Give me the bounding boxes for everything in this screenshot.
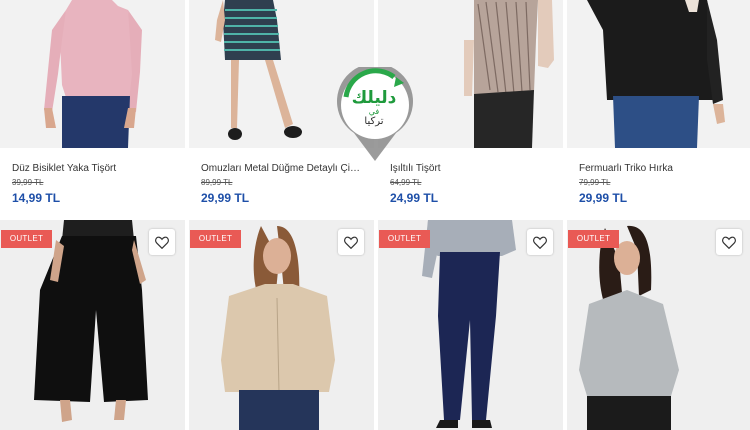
- product-card[interactable]: OUTLET: [0, 220, 185, 430]
- sale-price: 29,99 TL: [201, 191, 250, 205]
- heart-icon[interactable]: [716, 229, 742, 255]
- heart-icon[interactable]: [338, 229, 364, 255]
- old-price: 39,99 TL: [12, 178, 44, 187]
- watermark-line3: تركيا: [364, 116, 384, 127]
- watermark-logo: دليلك في تركيا: [334, 67, 416, 163]
- product-image[interactable]: [0, 0, 185, 148]
- product-image[interactable]: [567, 0, 750, 148]
- product-name[interactable]: Fermuarlı Triko Hırka: [579, 163, 740, 175]
- product-name[interactable]: Işıltılı Tişört: [390, 163, 551, 175]
- outlet-badge: OUTLET: [379, 230, 430, 248]
- watermark-line2: في: [368, 107, 380, 116]
- product-card[interactable]: OUTLET: [189, 220, 374, 430]
- sale-price: 29,99 TL: [579, 191, 628, 205]
- product-card[interactable]: OUTLET: [567, 220, 750, 430]
- product-name[interactable]: Omuzları Metal Düğme Detaylı Çizgil...: [201, 163, 362, 175]
- product-name[interactable]: Düz Bisiklet Yaka Tişört: [12, 163, 173, 175]
- old-price: 79,99 TL: [579, 178, 611, 187]
- sale-price: 14,99 TL: [12, 191, 61, 205]
- outlet-badge: OUTLET: [190, 230, 241, 248]
- heart-icon[interactable]: [527, 229, 553, 255]
- old-price: 64,99 TL: [390, 178, 422, 187]
- product-card[interactable]: Düz Bisiklet Yaka Tişört 39,99 TL 14,99 …: [0, 0, 185, 220]
- watermark-line1: دليلك: [351, 88, 397, 108]
- outlet-badge: OUTLET: [568, 230, 619, 248]
- sale-price: 24,99 TL: [390, 191, 439, 205]
- product-card[interactable]: Fermuarlı Triko Hırka 79,99 TL 29,99 TL: [567, 0, 750, 220]
- old-price: 89,99 TL: [201, 178, 233, 187]
- product-card[interactable]: OUTLET: [378, 220, 563, 430]
- outlet-badge: OUTLET: [1, 230, 52, 248]
- heart-icon[interactable]: [149, 229, 175, 255]
- product-grid: Düz Bisiklet Yaka Tişört 39,99 TL 14,99 …: [0, 0, 750, 430]
